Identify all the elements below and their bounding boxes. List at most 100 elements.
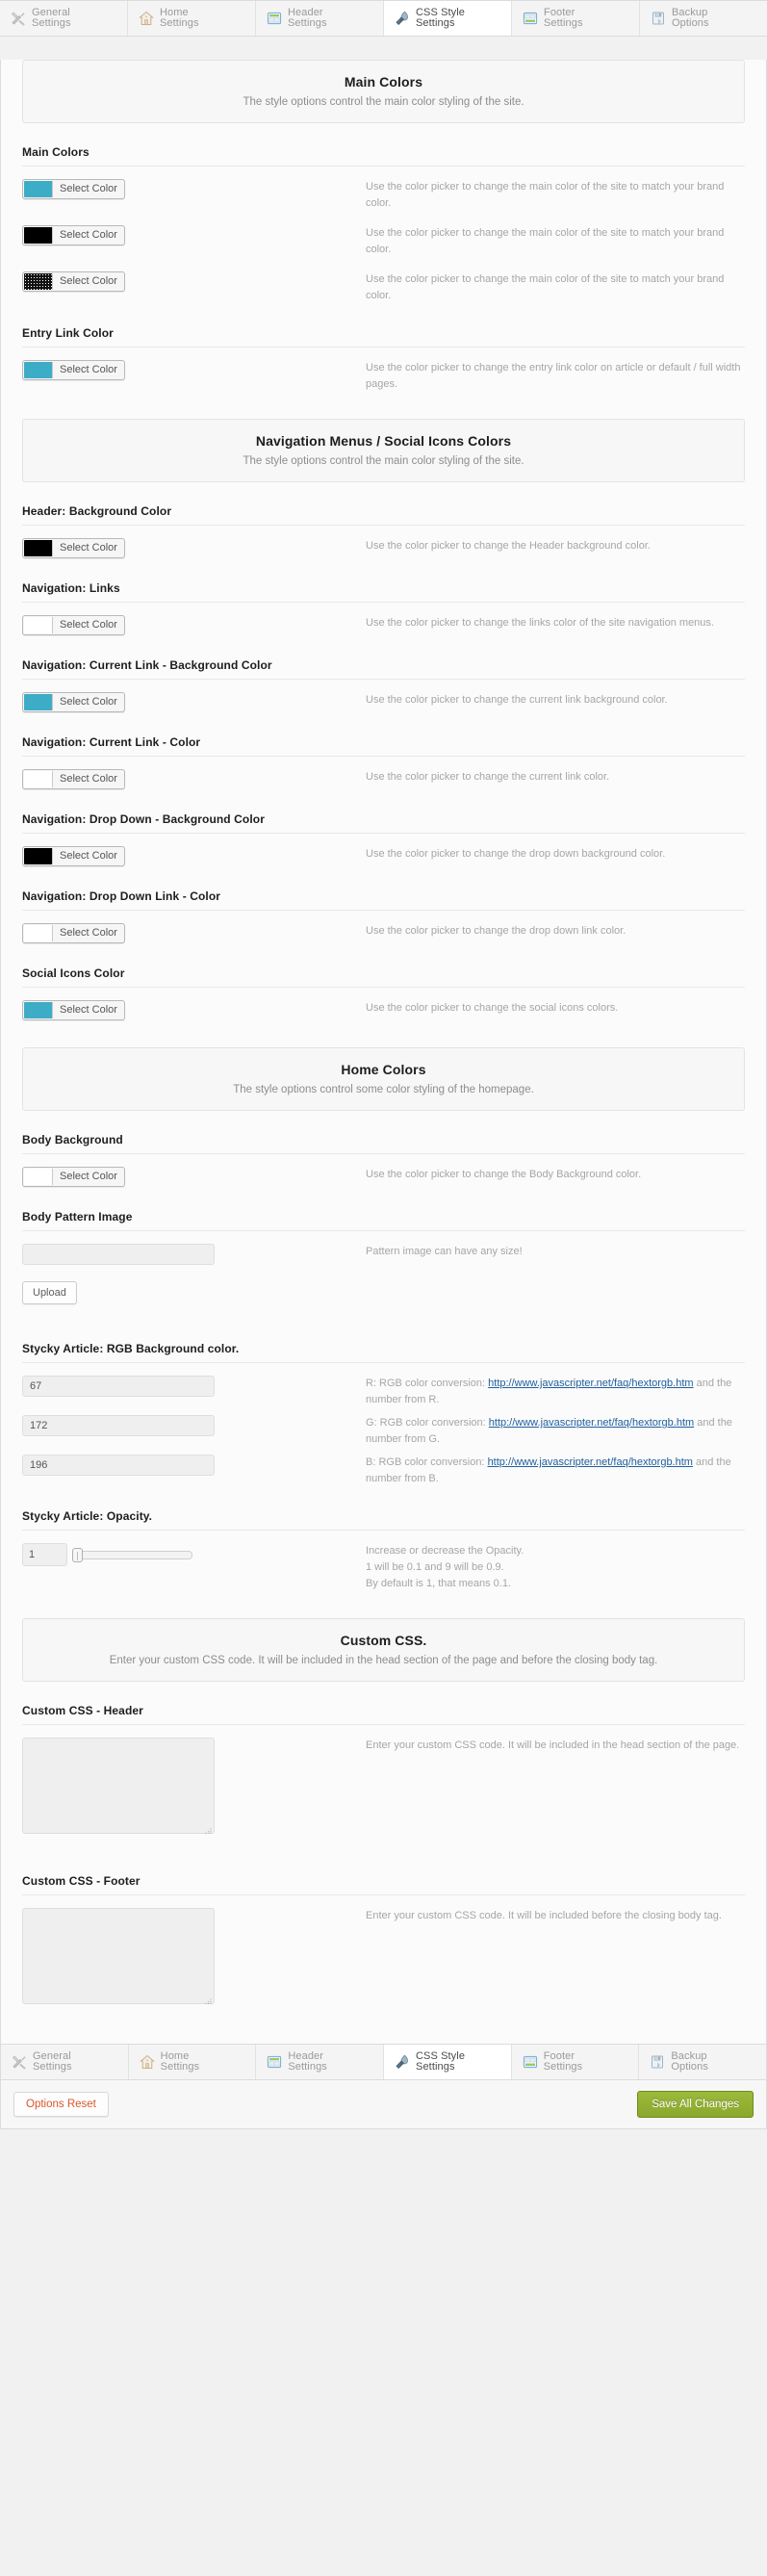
color-picker-main-1[interactable]: Select Color — [22, 179, 125, 199]
banner-title: Navigation Menus / Social Icons Colors — [33, 433, 734, 449]
color-picker-social-icons[interactable]: Select Color — [22, 1000, 125, 1020]
field-row: Select Color Use the color picker to cha… — [22, 167, 745, 212]
opacity-slider-handle[interactable] — [72, 1548, 83, 1562]
field-title: Custom CSS - Footer — [22, 1874, 745, 1895]
action-bar: Options Reset Save All Changes — [1, 2080, 766, 2129]
bottom-tab-home-settings[interactable]: Home Settings — [129, 2045, 257, 2079]
field-description: Enter your custom CSS code. It will be i… — [359, 1908, 745, 1924]
hextorgb-link-path[interactable]: /faq/hextorgb.htm — [612, 1417, 695, 1429]
field-description: Use the color picker to change the main … — [359, 225, 745, 258]
field-group-dropdown-link-color: Navigation: Drop Down Link - Color Selec… — [22, 867, 745, 944]
tools-icon — [12, 2054, 27, 2070]
section-banner-custom-css: Custom CSS. Enter your custom CSS code. … — [22, 1618, 745, 1682]
bottom-tab-css-style-settings[interactable]: CSS Style Settings — [384, 2045, 512, 2079]
bottom-tab-general-settings[interactable]: General Settings — [1, 2045, 129, 2079]
color-picker-current-link-color[interactable]: Select Color — [22, 769, 125, 789]
section-banner-navigation: Navigation Menus / Social Icons Colors T… — [22, 419, 745, 482]
custom-css-header-textarea[interactable] — [22, 1738, 215, 1834]
tab-label: General Settings — [32, 8, 71, 30]
field-row: Select Color Use the color picker to cha… — [22, 911, 745, 944]
hextorgb-link[interactable]: http://www.javascripter.net — [488, 1456, 611, 1468]
backup-icon — [651, 11, 666, 26]
top-tab-backup-options[interactable]: Backup Options — [640, 1, 767, 36]
banner-subtitle: The style options control some color sty… — [33, 1084, 734, 1095]
color-swatch — [24, 181, 53, 197]
hextorgb-link-path[interactable]: /faq/hextorgb.htm — [611, 1378, 694, 1389]
section-banner-main-colors: Main Colors The style options control th… — [22, 60, 745, 123]
upload-button[interactable]: Upload — [22, 1281, 77, 1304]
field-title: Navigation: Drop Down Link - Color — [22, 889, 745, 911]
field-title: Body Pattern Image — [22, 1210, 745, 1231]
opacity-slider-track[interactable] — [75, 1551, 192, 1559]
opacity-value-input[interactable] — [22, 1543, 67, 1566]
top-tab-footer-settings[interactable]: Footer Settings — [512, 1, 640, 36]
color-picker-body-background[interactable]: Select Color — [22, 1167, 125, 1187]
color-picker-entry-link[interactable]: Select Color — [22, 360, 125, 380]
field-row: Select Color Use the color picker to cha… — [22, 526, 745, 559]
select-color-label: Select Color — [53, 226, 124, 245]
field-description: R: RGB color conversion: http://www.java… — [359, 1376, 745, 1408]
field-row: Pattern image can have any size! — [22, 1231, 745, 1265]
color-picker-dropdown-background[interactable]: Select Color — [22, 846, 125, 866]
field-row: Select Color Use the color picker to cha… — [22, 834, 745, 867]
field-control — [22, 1543, 359, 1566]
field-control: Upload — [22, 1281, 359, 1304]
hextorgb-link[interactable]: http://www.javascripter.net — [489, 1417, 612, 1429]
save-all-changes-button[interactable]: Save All Changes — [637, 2091, 754, 2118]
rgb-red-input[interactable] — [22, 1376, 215, 1397]
field-description: Use the color picker to change the curre… — [359, 692, 745, 708]
body-pattern-image-input[interactable] — [22, 1244, 215, 1265]
top-tab-header-settings[interactable]: Header Settings — [256, 1, 384, 36]
field-control: Select Color — [22, 923, 359, 944]
custom-css-header-wrap — [22, 1738, 215, 1837]
field-row: Select Color Use the color picker to cha… — [22, 1154, 745, 1188]
select-color-label: Select Color — [53, 180, 124, 198]
rgb-blue-label: B: RGB color conversion: — [366, 1456, 488, 1468]
bottom-tab-footer-settings[interactable]: Footer Settings — [512, 2045, 640, 2079]
color-swatch — [24, 1002, 53, 1018]
field-control: Select Color — [22, 179, 359, 200]
hextorgb-link-path[interactable]: /faq/hextorgb.htm — [610, 1456, 693, 1468]
color-swatch — [24, 694, 53, 710]
field-title: Social Icons Color — [22, 966, 745, 988]
field-description: Use the color picker to change the entry… — [359, 360, 745, 393]
top-tab-css-style-settings[interactable]: CSS Style Settings — [384, 1, 512, 36]
banner-subtitle: Enter your custom CSS code. It will be i… — [33, 1655, 734, 1666]
rgb-green-label: G: RGB color conversion: — [366, 1417, 489, 1429]
opacity-desc-line-1: Increase or decrease the Opacity. — [366, 1543, 745, 1559]
field-title: Navigation: Links — [22, 581, 745, 603]
color-picker-header-background[interactable]: Select Color — [22, 538, 125, 558]
bottom-tab-header-settings[interactable]: Header Settings — [256, 2045, 384, 2079]
hextorgb-link[interactable]: http://www.javascripter.net — [488, 1378, 611, 1389]
color-picker-navigation-links[interactable]: Select Color — [22, 615, 125, 635]
color-picker-current-link-background[interactable]: Select Color — [22, 692, 125, 712]
select-color-label: Select Color — [53, 693, 124, 711]
header-box-icon — [267, 2054, 282, 2070]
options-panel: Main Colors The style options control th… — [0, 60, 767, 2129]
rgb-blue-input[interactable] — [22, 1455, 215, 1476]
backup-icon — [650, 2054, 665, 2070]
house-icon — [139, 11, 154, 26]
top-tab-general-settings[interactable]: General Settings — [0, 1, 128, 36]
options-reset-button[interactable]: Options Reset — [13, 2092, 109, 2117]
field-control — [22, 1415, 359, 1436]
bottom-tab-backup-options[interactable]: Backup Options — [639, 2045, 766, 2079]
color-picker-dropdown-link-color[interactable]: Select Color — [22, 923, 125, 943]
color-picker-main-3[interactable]: Select Color — [22, 271, 125, 292]
field-title: Navigation: Drop Down - Background Color — [22, 812, 745, 834]
footer-box-icon — [523, 2054, 538, 2070]
field-control: Select Color — [22, 360, 359, 381]
field-description: Increase or decrease the Opacity. 1 will… — [359, 1543, 745, 1592]
field-row: B: RGB color conversion: http://www.java… — [22, 1448, 745, 1487]
tab-label: Backup Options — [672, 8, 709, 30]
top-tab-home-settings[interactable]: Home Settings — [128, 1, 256, 36]
field-row: Enter your custom CSS code. It will be i… — [22, 1725, 745, 1837]
rgb-green-input[interactable] — [22, 1415, 215, 1436]
select-color-label: Select Color — [53, 847, 124, 865]
field-description: Use the color picker to change the Heade… — [359, 538, 745, 554]
color-swatch — [24, 925, 53, 941]
custom-css-footer-textarea[interactable] — [22, 1908, 215, 2004]
field-control: Select Color — [22, 1000, 359, 1021]
select-color-label: Select Color — [53, 272, 124, 291]
color-picker-main-2[interactable]: Select Color — [22, 225, 125, 245]
